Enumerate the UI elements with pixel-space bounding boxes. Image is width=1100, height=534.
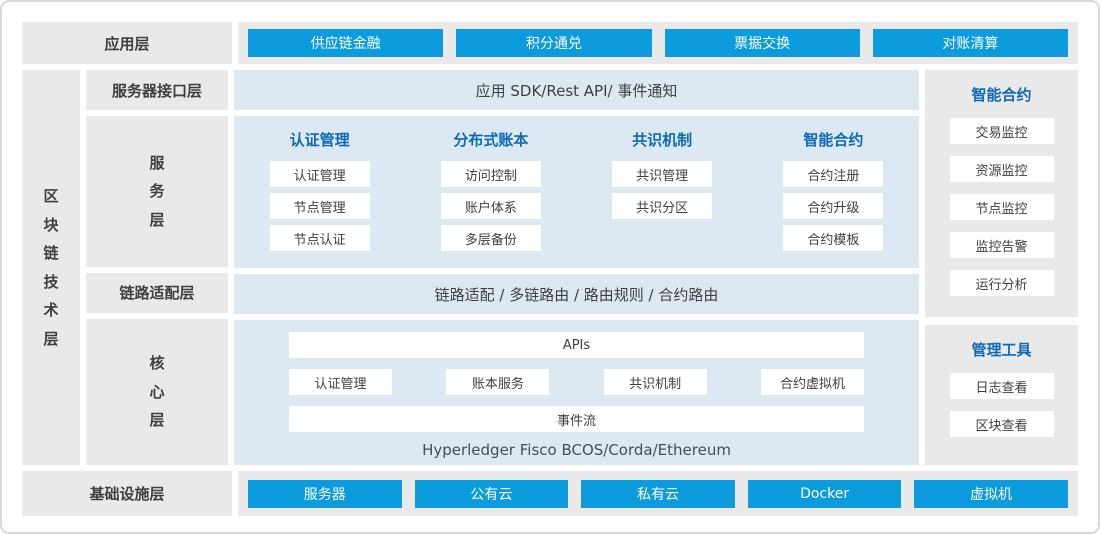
blockchain-tech-layer-text: 区块链技术层 <box>42 182 61 353</box>
infra-button-server[interactable]: 服务器 <box>248 480 402 508</box>
management-tools-panel: 管理工具 日志查看 区块查看 <box>925 325 1078 465</box>
core-chip-contract-vm: 合约虚拟机 <box>761 369 864 395</box>
right-panel-column: 智能合约 交易监控 资源监控 节点监控 监控告警 运行分析 管理工具 日志查看 … <box>925 70 1078 465</box>
infra-layer-strip: 服务器 公有云 私有云 Docker 虚拟机 <box>238 471 1078 516</box>
chip-node-monitor: 节点监控 <box>950 194 1054 220</box>
smart-contract-panel-chips: 交易监控 资源监控 节点监控 监控告警 运行分析 <box>950 118 1054 296</box>
app-layer-row: 应用层 供应链金融 积分通兑 票据交换 对账清算 <box>22 22 1078 64</box>
event-stream-bar: 事件流 <box>289 406 864 432</box>
service-chip-cert-mgmt: 认证管理 <box>270 161 370 187</box>
service-chip-access-control: 访问控制 <box>441 161 541 187</box>
service-layer-text: 服务层 <box>148 149 167 235</box>
service-chip-node-mgmt: 节点管理 <box>270 193 370 219</box>
core-layer-label: 核心层 <box>86 319 228 466</box>
core-chip-ledger-service: 账本服务 <box>446 369 549 395</box>
service-chip-consensus-partition: 共识分区 <box>612 193 712 219</box>
chip-transaction-monitor: 交易监控 <box>950 118 1054 144</box>
chip-runtime-analysis: 运行分析 <box>950 270 1054 296</box>
service-column-consensus: 共识机制 共识管理 共识分区 <box>577 129 748 258</box>
infra-layer-row: 基础设施层 服务器 公有云 私有云 Docker 虚拟机 <box>22 471 1078 516</box>
app-layer-strip: 供应链金融 积分通兑 票据交换 对账清算 <box>238 22 1078 64</box>
infra-button-private-cloud[interactable]: 私有云 <box>581 480 735 508</box>
link-adapter-layer-label: 链路适配层 <box>86 273 228 313</box>
service-layer-label: 服务层 <box>86 116 228 267</box>
core-layer-text: 核心层 <box>148 349 167 435</box>
management-tools-panel-chips: 日志查看 区块查看 <box>950 373 1054 437</box>
service-chip-account-system: 账户体系 <box>441 193 541 219</box>
blockchain-tech-layer-label: 区块链技术层 <box>22 70 80 465</box>
link-adapter-bar: 链路适配 / 多链路由 / 路由规则 / 合约路由 <box>234 274 919 314</box>
app-button-supply-chain-finance[interactable]: 供应链金融 <box>248 29 443 57</box>
core-layer-box: APIs 认证管理 账本服务 共识机制 合约虚拟机 事件流 Hyperledge… <box>234 320 919 465</box>
platforms-text: Hyperledger Fisco BCOS/Corda/Ethereum <box>422 441 731 459</box>
chip-block-view: 区块查看 <box>950 411 1054 437</box>
service-column-smart-contract: 智能合约 合约注册 合约升级 合约模板 <box>748 129 919 258</box>
service-column-contract-title: 智能合约 <box>803 129 863 150</box>
management-tools-panel-title: 管理工具 <box>971 339 1031 360</box>
app-button-points-exchange[interactable]: 积分通兑 <box>456 29 651 57</box>
app-button-bill-exchange[interactable]: 票据交换 <box>665 29 860 57</box>
core-chip-consensus: 共识机制 <box>604 369 707 395</box>
sublayer-label-column: 服务器接口层 服务层 链路适配层 核心层 <box>86 70 228 465</box>
service-chip-contract-upgrade: 合约升级 <box>783 193 883 219</box>
architecture-diagram-frame: 应用层 供应链金融 积分通兑 票据交换 对账清算 区块链技术层 服务器接口层 服… <box>0 0 1100 534</box>
chip-monitor-alert: 监控告警 <box>950 232 1054 258</box>
service-column-consensus-title: 共识机制 <box>632 129 692 150</box>
service-column-auth-title: 认证管理 <box>290 129 350 150</box>
main-content-column: 应用 SDK/Rest API/ 事件通知 认证管理 认证管理 节点管理 节点认… <box>234 70 919 465</box>
service-column-distributed-ledger: 分布式账本 访问控制 账户体系 多层备份 <box>405 129 576 258</box>
service-column-ledger-title: 分布式账本 <box>453 129 528 150</box>
infra-button-docker[interactable]: Docker <box>748 480 902 508</box>
smart-contract-monitor-panel: 智能合约 交易监控 资源监控 节点监控 监控告警 运行分析 <box>925 70 1078 317</box>
service-column-auth: 认证管理 认证管理 节点管理 节点认证 <box>234 129 405 258</box>
service-chip-contract-template: 合约模板 <box>783 225 883 251</box>
core-chip-cert-mgmt: 认证管理 <box>289 369 392 395</box>
infra-button-vm[interactable]: 虚拟机 <box>914 480 1068 508</box>
blockchain-tech-section: 区块链技术层 服务器接口层 服务层 链路适配层 核心层 应用 SDK/Rest … <box>22 70 1078 465</box>
app-button-reconciliation-clearing[interactable]: 对账清算 <box>873 29 1068 57</box>
core-modules-row: 认证管理 账本服务 共识机制 合约虚拟机 <box>289 369 864 395</box>
chip-resource-monitor: 资源监控 <box>950 156 1054 182</box>
app-layer-label: 应用层 <box>22 22 232 64</box>
chip-log-view: 日志查看 <box>950 373 1054 399</box>
service-chip-node-auth: 节点认证 <box>270 225 370 251</box>
apis-bar: APIs <box>289 332 864 358</box>
service-chip-multilayer-backup: 多层备份 <box>441 225 541 251</box>
server-interface-layer-label: 服务器接口层 <box>86 70 228 110</box>
infra-layer-label: 基础设施层 <box>22 471 232 516</box>
service-chip-consensus-mgmt: 共识管理 <box>612 161 712 187</box>
service-layer-box: 认证管理 认证管理 节点管理 节点认证 分布式账本 访问控制 账户体系 多层备份… <box>234 116 919 268</box>
service-chip-contract-register: 合约注册 <box>783 161 883 187</box>
smart-contract-panel-title: 智能合约 <box>971 84 1031 105</box>
infra-button-public-cloud[interactable]: 公有云 <box>415 480 569 508</box>
sdk-api-bar: 应用 SDK/Rest API/ 事件通知 <box>234 70 919 110</box>
